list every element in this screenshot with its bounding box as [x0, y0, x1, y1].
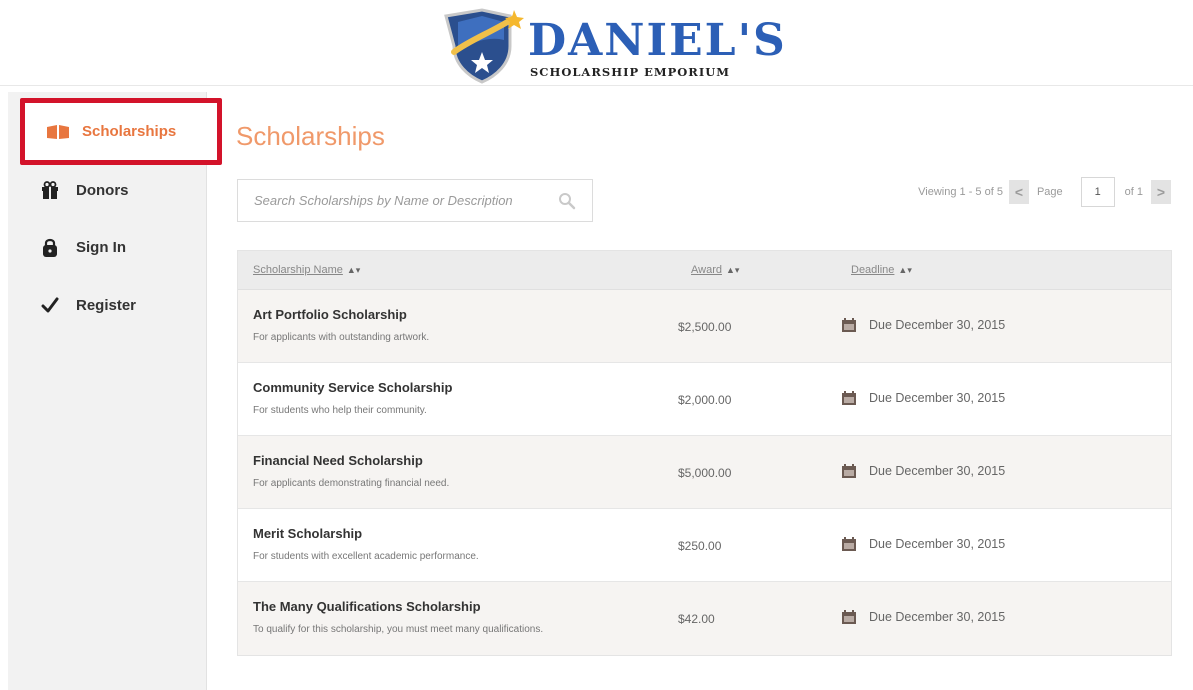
next-page-button[interactable]: >: [1151, 180, 1171, 204]
sidebar-item-label: Register: [76, 296, 137, 314]
viewing-count: Viewing 1 - 5 of 5: [918, 186, 1003, 198]
sort-arrows-icon: ▲▾: [898, 265, 912, 275]
award-amount: $2,500.00: [678, 320, 732, 334]
scholarship-name[interactable]: The Many Qualifications Scholarship: [253, 599, 481, 614]
table-row[interactable]: Art Portfolio Scholarship For applicants…: [238, 290, 1171, 363]
calendar-icon: [842, 318, 856, 332]
search-icon[interactable]: [558, 192, 576, 210]
deadline-text: Due December 30, 2015: [869, 537, 1006, 551]
deadline: Due December 30, 2015: [841, 317, 1005, 333]
gift-icon: [38, 180, 62, 200]
deadline: Due December 30, 2015: [841, 390, 1005, 406]
deadline-text: Due December 30, 2015: [869, 610, 1006, 624]
deadline: Due December 30, 2015: [841, 609, 1005, 625]
brand-subtitle: SCHOLARSHIP EMPORIUM: [530, 65, 730, 79]
column-header-award[interactable]: Award ▲▾: [691, 264, 739, 276]
deadline: Due December 30, 2015: [841, 463, 1005, 479]
deadline-text: Due December 30, 2015: [869, 464, 1006, 478]
calendar-icon: [842, 610, 856, 624]
page-number-input[interactable]: [1080, 177, 1115, 207]
column-header-label: Deadline: [851, 264, 895, 276]
column-header-deadline[interactable]: Deadline ▲▾: [851, 264, 912, 276]
calendar-icon: [842, 464, 856, 478]
page-title: Scholarships: [236, 121, 385, 151]
scholarship-description: For applicants demonstrating financial n…: [253, 478, 450, 489]
scholarship-description: For applicants with outstanding artwork.: [253, 332, 430, 343]
scholarship-description: For students with excellent academic per…: [253, 551, 479, 562]
pagination: Viewing 1 - 5 of 5 < Page of 1 >: [918, 176, 1171, 208]
award-amount: $5,000.00: [678, 466, 732, 480]
column-header-label: Scholarship Name: [253, 264, 343, 276]
sort-arrows-icon: ▲▾: [346, 265, 361, 275]
checkmark-icon: [38, 295, 62, 315]
sort-arrows-icon: ▲▾: [725, 265, 740, 275]
deadline: Due December 30, 2015: [841, 536, 1005, 552]
sidebar-item-register[interactable]: Register: [22, 279, 202, 331]
scholarship-description: For students who help their community.: [253, 405, 427, 416]
column-header-name[interactable]: Scholarship Name ▲▾: [253, 264, 360, 276]
table-row[interactable]: The Many Qualifications Scholarship To q…: [238, 582, 1171, 655]
open-book-icon: [46, 122, 70, 142]
table-row[interactable]: Community Service Scholarship For studen…: [238, 363, 1171, 436]
site-logo[interactable]: DANIEL'S SCHOLARSHIP EMPORIUM: [440, 6, 785, 84]
brand-title: DANIEL'S: [528, 15, 787, 66]
search-input[interactable]: [238, 180, 558, 221]
scholarship-name[interactable]: Financial Need Scholarship: [253, 453, 423, 468]
deadline-text: Due December 30, 2015: [869, 318, 1006, 332]
sidebar-item-label: Donors: [76, 181, 129, 199]
award-amount: $42.00: [678, 612, 715, 626]
table-header: Scholarship Name ▲▾ Award ▲▾ Deadline ▲▾: [238, 251, 1171, 290]
table-body: Art Portfolio Scholarship For applicants…: [238, 290, 1171, 655]
award-amount: $2,000.00: [678, 393, 732, 407]
table-row[interactable]: Merit Scholarship For students with exce…: [238, 509, 1171, 582]
scholarship-description: To qualify for this scholarship, you mus…: [253, 624, 544, 635]
sidebar-item-sign-in[interactable]: Sign In: [22, 221, 202, 273]
scholarship-name[interactable]: Community Service Scholarship: [253, 380, 452, 395]
sidebar-item-label: Sign In: [76, 238, 126, 256]
lock-icon: [38, 237, 62, 257]
calendar-icon: [842, 537, 856, 551]
award-amount: $250.00: [678, 539, 722, 553]
page-total: of 1: [1124, 186, 1143, 198]
shield-logo-icon: [444, 8, 524, 84]
site-header: DANIEL'S SCHOLARSHIP EMPORIUM: [0, 0, 1193, 86]
search-box: [237, 179, 593, 222]
sidebar-item-donors[interactable]: Donors: [22, 164, 202, 216]
page-label: Page: [1036, 186, 1063, 198]
sidebar-item-label: Scholarships: [82, 123, 177, 140]
calendar-icon: [842, 391, 856, 405]
prev-page-button[interactable]: <: [1008, 180, 1029, 204]
scholarship-name[interactable]: Merit Scholarship: [253, 526, 362, 541]
deadline-text: Due December 30, 2015: [869, 391, 1006, 405]
scholarships-table: Scholarship Name ▲▾ Award ▲▾ Deadline ▲▾ Ar…: [237, 250, 1172, 656]
table-row[interactable]: Financial Need Scholarship For applicant…: [238, 436, 1171, 509]
scholarship-name[interactable]: Art Portfolio Scholarship: [253, 307, 407, 322]
sidebar: Scholarships Donors Sign In Register: [8, 92, 222, 690]
sidebar-item-scholarships[interactable]: Scholarships: [20, 98, 222, 165]
column-header-label: Award: [691, 264, 722, 276]
